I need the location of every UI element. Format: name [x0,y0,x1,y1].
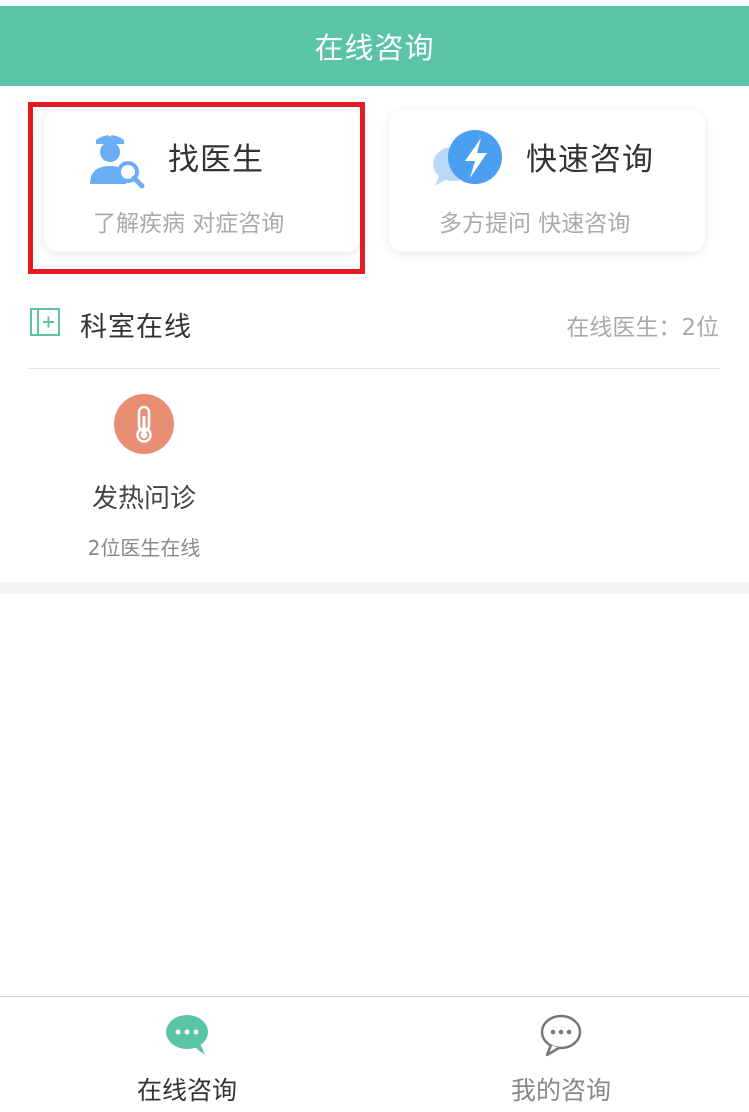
section-separator [0,582,749,594]
divider [28,368,719,369]
quick-consult-card[interactable]: 快速咨询 多方提问 快速咨询 [389,110,705,252]
tab-mine-label: 我的咨询 [510,1076,611,1105]
lightning-chat-icon [429,126,509,190]
department-item-fever[interactable]: 发热问诊 2位医生在线 [64,394,224,564]
quick-consult-title: 快速咨询 [526,142,654,178]
chat-bubble-filled-icon [163,1013,211,1057]
page-title: 在线咨询 [314,31,435,65]
thermometer-icon [114,394,174,454]
find-doctor-subtitle: 了解疾病 对症咨询 [93,211,285,237]
doctor-search-icon [84,126,148,190]
page-header: 在线咨询 [0,6,749,86]
tab-my-consult[interactable]: 我的咨询 [374,997,748,1112]
bottom-tab-bar: 在线咨询 我的咨询 [0,996,749,1111]
department-title: 科室在线 [80,312,192,343]
tab-online-consult[interactable]: 在线咨询 [0,997,374,1112]
department-item-name: 发热问诊 [91,484,196,514]
find-doctor-title: 找医生 [168,142,264,178]
department-item-doctors: 2位医生在线 [87,536,201,560]
find-doctor-card[interactable]: 找医生 了解疾病 对症咨询 [44,110,360,252]
department-plus-icon [30,308,60,336]
quick-consult-subtitle: 多方提问 快速咨询 [439,211,631,237]
tab-online-label: 在线咨询 [136,1076,237,1105]
chat-bubble-outline-icon [537,1013,585,1057]
department-header: 科室在线 在线医生：2位 [28,296,719,352]
online-doctor-count: 在线医生：2位 [566,315,719,341]
